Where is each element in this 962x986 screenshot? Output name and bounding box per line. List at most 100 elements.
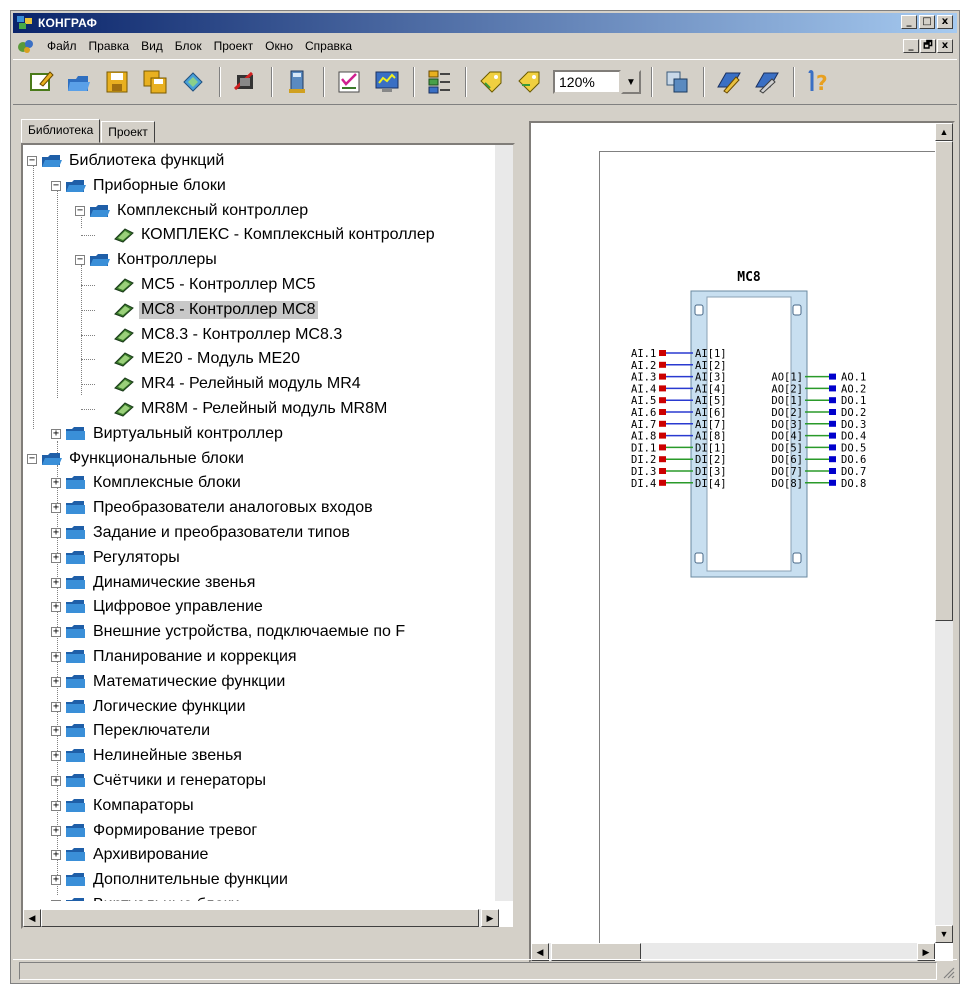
expand-icon[interactable]: +	[51, 676, 61, 687]
expand-icon[interactable]: +	[51, 751, 61, 762]
compile-button[interactable]	[227, 64, 263, 100]
menu-edit[interactable]: Правка	[83, 39, 136, 53]
tree-horizontal-scrollbar[interactable]: ◀ ▶	[23, 909, 499, 927]
scroll-right-icon[interactable]: ▶	[481, 909, 499, 927]
zoom-combobox[interactable]: 120% ▼	[553, 70, 641, 94]
tree-folder-item[interactable]: + Регуляторы	[51, 546, 182, 570]
collapse-icon[interactable]: −	[51, 180, 61, 191]
edit-button[interactable]	[711, 64, 747, 100]
scroll-left-icon[interactable]: ◀	[23, 909, 41, 927]
tree-folder-item[interactable]: + Математические функции	[51, 670, 287, 694]
menu-window[interactable]: Окно	[259, 39, 299, 53]
untag-button[interactable]	[511, 64, 547, 100]
pencil-button[interactable]	[749, 64, 785, 100]
tree-folder-item[interactable]: − Контроллеры	[75, 248, 219, 272]
tree-leaf-item[interactable]: MR4 - Релейный модуль MR4	[99, 372, 363, 396]
tree-folder-item[interactable]: + Виртуальный контроллер	[51, 422, 285, 446]
tree-folder-item[interactable]: − Приборные блоки	[51, 174, 228, 198]
open-button[interactable]	[61, 64, 97, 100]
tree-folder-item[interactable]: − Комплексный контроллер	[75, 199, 310, 223]
tree-leaf-item[interactable]: ME20 - Модуль ME20	[99, 347, 302, 371]
save-button[interactable]	[99, 64, 135, 100]
upload-button[interactable]	[279, 64, 315, 100]
menu-file[interactable]: Файл	[41, 39, 83, 53]
chevron-down-icon[interactable]: ▼	[621, 70, 641, 94]
tree-folder-item[interactable]: + Внешние устройства, подключаемые по F	[51, 620, 407, 644]
tree-folder-item[interactable]: + Преобразователи аналоговых входов	[51, 496, 375, 520]
tree-leaf-item[interactable]: MC5 - Контроллер MC5	[99, 273, 318, 297]
expand-icon[interactable]: +	[51, 900, 61, 901]
expand-icon[interactable]: +	[51, 503, 61, 514]
scroll-up-icon[interactable]: ▲	[935, 123, 953, 141]
mdi-minimize-button[interactable]: _	[903, 39, 919, 53]
tree-folder-item[interactable]: + Комплексные блоки	[51, 471, 243, 495]
tree-folder-item[interactable]: + Компараторы	[51, 794, 196, 818]
tree-folder-item[interactable]: + Виртуальные блоки	[51, 893, 242, 901]
expand-icon[interactable]: +	[51, 825, 61, 836]
expand-icon[interactable]: +	[51, 478, 61, 489]
minimize-button[interactable]: _	[901, 15, 917, 29]
tree-folder-item[interactable]: + Планирование и коррекция	[51, 645, 299, 669]
tree-leaf-item[interactable]: MR8M - Релейный модуль MR8M	[99, 397, 389, 421]
tree-folder-item[interactable]: + Цифровое управление	[51, 595, 265, 619]
monitor-button[interactable]	[369, 64, 405, 100]
scroll-down-icon[interactable]: ▼	[935, 925, 953, 943]
expand-icon[interactable]: +	[51, 652, 61, 662]
expand-icon[interactable]: +	[51, 428, 61, 439]
diagram-canvas[interactable]: MC8AI.1 AI[1]AI.2 AI[2]AI.3 AI[3]AI.4 AI[4]A…	[531, 123, 935, 941]
resize-grip-icon[interactable]	[941, 965, 955, 979]
diagram-vertical-scrollbar[interactable]: ▲ ▼	[935, 123, 953, 943]
tree-folder-item[interactable]: + Переключатели	[51, 719, 212, 743]
menu-view[interactable]: Вид	[135, 39, 169, 53]
checklist-button[interactable]	[331, 64, 367, 100]
document-icon[interactable]	[17, 38, 35, 54]
tree-folder-item[interactable]: − Функциональные блоки	[27, 447, 246, 471]
expand-icon[interactable]: +	[51, 528, 61, 538]
expand-icon[interactable]: +	[51, 850, 61, 861]
tree-folder-item[interactable]: + Задание и преобразователи типов	[51, 521, 352, 545]
zoom-value[interactable]: 120%	[553, 70, 621, 94]
tree-leaf-item[interactable]: MC8 - Контроллер MC8	[99, 298, 318, 322]
tree-folder-item[interactable]: + Дополнительные функции	[51, 868, 290, 892]
block-list-button[interactable]	[421, 64, 457, 100]
title-bar[interactable]: КОНГРАФ _ □ x	[13, 13, 957, 33]
refresh-button[interactable]	[175, 64, 211, 100]
menu-help[interactable]: Справка	[299, 39, 358, 53]
expand-icon[interactable]: +	[51, 602, 61, 613]
copy-button[interactable]	[659, 64, 695, 100]
tree-folder-item[interactable]: + Нелинейные звенья	[51, 744, 244, 768]
mdi-restore-button[interactable]: 🗗	[920, 39, 936, 53]
menu-project[interactable]: Проект	[208, 39, 260, 53]
expand-icon[interactable]: +	[51, 726, 61, 737]
collapse-icon[interactable]: −	[75, 255, 85, 266]
tree-folder-item[interactable]: + Логические функции	[51, 695, 248, 719]
tree-folder-item[interactable]: + Счётчики и генераторы	[51, 769, 268, 793]
collapse-icon[interactable]: −	[27, 453, 37, 464]
diagram-vscroll-thumb[interactable]	[935, 141, 953, 621]
new-button[interactable]	[23, 64, 59, 100]
expand-icon[interactable]: +	[51, 577, 61, 588]
expand-icon[interactable]: +	[51, 552, 61, 563]
expand-icon[interactable]: +	[51, 701, 61, 712]
expand-icon[interactable]: +	[51, 627, 61, 638]
tree-vertical-scrollbar[interactable]	[495, 145, 513, 901]
tree-hscroll-thumb[interactable]	[41, 909, 479, 927]
help-button[interactable]: ?	[801, 64, 837, 100]
expand-icon[interactable]: +	[51, 875, 61, 886]
save-all-button[interactable]	[137, 64, 173, 100]
tag-button[interactable]	[473, 64, 509, 100]
tree-leaf-item[interactable]: КОМПЛЕКС - Комплексный контроллер	[99, 223, 437, 247]
collapse-icon[interactable]: −	[75, 205, 85, 216]
tab-library[interactable]: Библиотека	[21, 119, 101, 143]
tree-folder-item[interactable]: − Библиотека функций	[27, 149, 226, 173]
tree-folder-item[interactable]: + Динамические звенья	[51, 571, 257, 595]
close-button[interactable]: x	[937, 15, 953, 29]
collapse-icon[interactable]: −	[27, 156, 37, 166]
mdi-close-button[interactable]: x	[937, 39, 953, 53]
tree-folder-item[interactable]: + Архивирование	[51, 843, 210, 867]
tab-project[interactable]: Проект	[101, 121, 155, 143]
tree-folder-item[interactable]: + Формирование тревог	[51, 819, 259, 843]
menu-block[interactable]: Блок	[169, 39, 208, 53]
expand-icon[interactable]: +	[51, 800, 61, 811]
tree-leaf-item[interactable]: MC8.3 - Контроллер MC8.3	[99, 323, 344, 347]
